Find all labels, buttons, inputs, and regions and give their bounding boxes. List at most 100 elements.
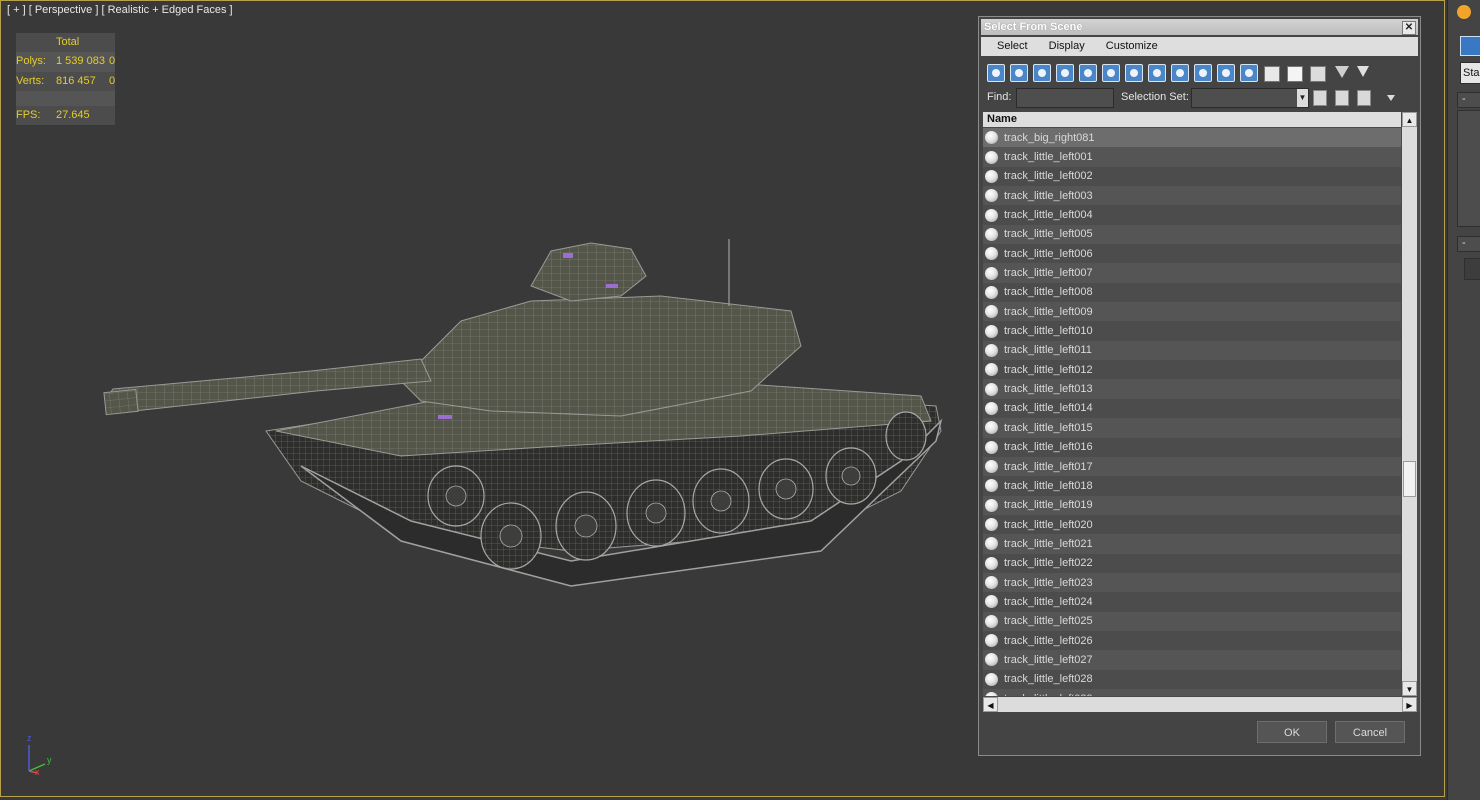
display-spacewarps-icon[interactable] (1102, 64, 1120, 82)
scroll-thumb[interactable] (1403, 461, 1416, 497)
list-item[interactable]: track_little_left011 (983, 340, 1401, 361)
geometry-sphere-icon (985, 692, 998, 696)
list-item[interactable]: track_big_right081 (983, 128, 1401, 148)
list-item[interactable]: track_little_left010 (983, 321, 1401, 341)
filter-icon[interactable] (1335, 66, 1349, 78)
list-item[interactable]: track_little_left027 (983, 650, 1401, 670)
list-item[interactable]: track_little_left003 (983, 186, 1401, 206)
list-item[interactable]: track_little_left022 (983, 553, 1401, 573)
list-item[interactable]: track_little_left004 (983, 205, 1401, 225)
geometry-sphere-icon (985, 460, 998, 474)
horizontal-scrollbar[interactable]: ◀ ▶ (983, 697, 1417, 712)
geometry-sphere-icon (985, 421, 998, 435)
tank-model[interactable] (101, 231, 951, 601)
panel-tab-button[interactable] (1460, 36, 1480, 56)
list-item[interactable]: track_little_left018 (983, 476, 1401, 496)
list-item[interactable]: track_little_left001 (983, 147, 1401, 167)
list-item[interactable]: track_little_left021 (983, 534, 1401, 554)
display-frozen-icon[interactable] (1217, 64, 1235, 82)
list-item[interactable]: track_little_left016 (983, 437, 1401, 457)
rollout-header[interactable]: - (1457, 92, 1480, 108)
geometry-sphere-icon (985, 401, 998, 415)
sun-icon[interactable] (1457, 5, 1471, 19)
select-invert-icon[interactable] (1310, 66, 1326, 82)
vertical-scrollbar[interactable]: ▲ ▼ (1402, 112, 1417, 696)
close-icon[interactable]: ✕ (1402, 21, 1416, 35)
cancel-button[interactable]: Cancel (1335, 721, 1405, 743)
find-label: Find: (987, 91, 1012, 103)
list-item[interactable]: track_little_left023 (983, 572, 1401, 593)
dialog-titlebar[interactable]: Select From Scene ✕ (981, 19, 1418, 35)
list-item[interactable]: track_little_left019 (983, 495, 1401, 515)
display-cameras-icon[interactable] (1056, 64, 1074, 82)
rollout-field[interactable] (1464, 258, 1480, 280)
find-input[interactable] (1016, 88, 1114, 108)
rollout-header[interactable]: - (1457, 236, 1480, 252)
collapse-options-icon[interactable] (1387, 95, 1395, 101)
column-header-name[interactable]: Name (983, 112, 1401, 127)
tank-gun-barrel (105, 358, 432, 414)
display-xrefs-icon[interactable] (1148, 64, 1166, 82)
list-item[interactable]: track_little_left005 (983, 224, 1401, 245)
selection-set-dropdown[interactable]: ▼ (1191, 88, 1309, 108)
menu-display[interactable]: Display (1041, 37, 1093, 56)
list-item[interactable]: track_little_left029 (983, 688, 1401, 696)
scroll-left-icon[interactable]: ◀ (983, 697, 998, 712)
viewport-label[interactable]: [ + ] [ Perspective ] [ Realistic + Edge… (7, 4, 233, 16)
geometry-sphere-icon (985, 595, 998, 609)
geometry-sphere-icon (985, 247, 998, 261)
geometry-sphere-icon (985, 343, 998, 357)
list-item[interactable]: track_little_left026 (983, 630, 1401, 651)
list-item[interactable]: track_little_left002 (983, 166, 1401, 187)
select-none-icon[interactable] (1287, 66, 1303, 82)
display-shapes-icon[interactable] (1010, 64, 1028, 82)
panel-dropdown[interactable]: Star (1460, 62, 1480, 84)
filter-options-icon[interactable] (1357, 66, 1369, 77)
menu-select[interactable]: Select (989, 37, 1036, 56)
select-all-icon[interactable] (1264, 66, 1280, 82)
object-name: track_little_left002 (1004, 170, 1093, 183)
geometry-sphere-icon (985, 440, 998, 454)
list-item[interactable]: track_little_left020 (983, 514, 1401, 535)
display-helpers-icon[interactable] (1079, 64, 1097, 82)
scroll-right-icon[interactable]: ▶ (1402, 697, 1417, 712)
display-bones-icon[interactable] (1171, 64, 1189, 82)
list-item[interactable]: track_little_left013 (983, 379, 1401, 399)
scroll-down-icon[interactable]: ▼ (1402, 681, 1417, 696)
object-name: track_little_left013 (1004, 383, 1093, 396)
geometry-sphere-icon (985, 479, 998, 493)
list-item[interactable]: track_little_left012 (983, 360, 1401, 380)
edit-selection-set-icon[interactable] (1335, 90, 1349, 106)
list-item[interactable]: track_little_left015 (983, 418, 1401, 438)
display-groups-icon[interactable] (1125, 64, 1143, 82)
list-item[interactable]: track_little_left017 (983, 456, 1401, 477)
geometry-sphere-icon (985, 614, 998, 628)
list-item[interactable]: track_little_left009 (983, 302, 1401, 322)
geometry-sphere-icon (985, 363, 998, 377)
display-containers-icon[interactable] (1194, 64, 1212, 82)
list-item[interactable]: track_little_left006 (983, 244, 1401, 264)
list-item[interactable]: track_little_left007 (983, 263, 1401, 283)
list-item[interactable]: track_little_left008 (983, 282, 1401, 303)
ok-button[interactable]: OK (1257, 721, 1327, 743)
display-hidden-icon[interactable] (1240, 64, 1258, 82)
polys-label: Polys: (16, 55, 46, 68)
verts-value: 816 457 (56, 74, 96, 87)
chevron-down-icon[interactable]: ▼ (1297, 89, 1308, 107)
scroll-up-icon[interactable]: ▲ (1402, 112, 1417, 127)
filter-toolbar (983, 61, 1379, 85)
list-item[interactable]: track_little_left024 (983, 592, 1401, 612)
list-item[interactable]: track_little_left025 (983, 611, 1401, 631)
remove-selection-set-icon[interactable] (1357, 90, 1371, 106)
list-item[interactable]: track_little_left028 (983, 669, 1401, 689)
geometry-sphere-icon (985, 324, 998, 338)
axis-tripod: z y x (23, 731, 59, 782)
create-selection-set-icon[interactable] (1313, 90, 1327, 106)
display-geometry-icon[interactable] (987, 64, 1005, 82)
column-header-label: Name (987, 113, 1017, 125)
list-item[interactable]: track_little_left014 (983, 398, 1401, 419)
menu-customize[interactable]: Customize (1098, 37, 1166, 56)
display-lights-icon[interactable] (1033, 64, 1051, 82)
object-name: track_little_left024 (1004, 595, 1093, 608)
geometry-sphere-icon (985, 227, 998, 241)
